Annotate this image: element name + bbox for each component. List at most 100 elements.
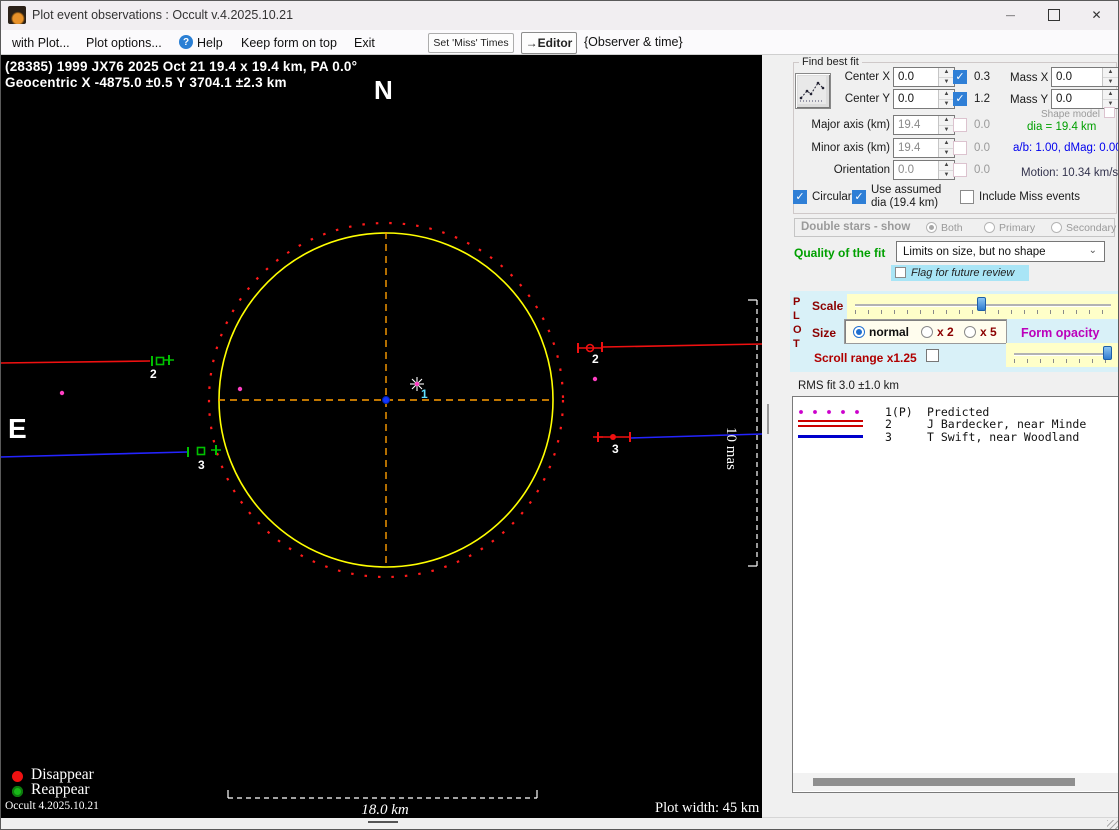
form-opacity-thumb[interactable] bbox=[1103, 346, 1112, 360]
editor-button[interactable]: →Editor bbox=[521, 32, 577, 54]
close-button[interactable] bbox=[1074, 0, 1119, 30]
observations-listbox[interactable]: 1(P) Predicted 2 J Bardecker, near Minde… bbox=[792, 396, 1119, 793]
list-horizontal-scrollbar[interactable] bbox=[793, 773, 1118, 791]
minor-axis-spinner[interactable]: 19.4 ▲ ▼ bbox=[893, 138, 955, 158]
svg-text:1: 1 bbox=[421, 387, 428, 401]
plot-header-line1: (28385) 1999 JX76 2025 Oct 21 19.4 x 19.… bbox=[5, 59, 358, 74]
list-item[interactable]: 2 J Bardecker, near Minde bbox=[793, 417, 1118, 431]
bottom-grip[interactable] bbox=[368, 821, 398, 823]
mass-x-spin-buttons[interactable]: ▲ ▼ bbox=[1102, 68, 1118, 86]
predicted-line-swatch bbox=[798, 408, 863, 415]
major-axis-value: 19.4 bbox=[898, 119, 921, 131]
size-x2-radio[interactable] bbox=[921, 326, 933, 338]
size-normal-radio[interactable] bbox=[853, 326, 865, 338]
title-bar: Plot event observations : Occult v.4.202… bbox=[0, 0, 1119, 30]
plot-letter-t: T bbox=[793, 338, 800, 350]
major-sigma-label: 0.0 bbox=[974, 119, 990, 131]
size-x5-label: x 5 bbox=[980, 325, 997, 339]
major-axis-spinner[interactable]: 19.4 ▲ ▼ bbox=[893, 115, 955, 135]
plot-version-label: Occult 4.2025.10.21 bbox=[5, 800, 99, 812]
mass-x-label: Mass X bbox=[1010, 72, 1049, 84]
plot-width-label: Plot width: 45 km bbox=[655, 800, 760, 816]
include-miss-label: Include Miss events bbox=[979, 191, 1080, 203]
flag-review-checkbox[interactable] bbox=[895, 267, 906, 278]
reappear-dot-icon bbox=[12, 786, 23, 797]
major-sigma-checkbox[interactable] bbox=[953, 118, 967, 132]
maximize-button[interactable] bbox=[1031, 0, 1076, 30]
plot-letter-o: O bbox=[793, 324, 802, 336]
mass-y-spinner[interactable]: 0.0 ▲ ▼ bbox=[1051, 89, 1119, 109]
quality-value: Limits on size, but no shape bbox=[903, 246, 1046, 258]
scale-label: Scale bbox=[812, 299, 844, 313]
sigma-x-checkbox[interactable] bbox=[953, 70, 967, 84]
mass-x-spinner[interactable]: 0.0 ▲ ▼ bbox=[1051, 67, 1119, 87]
menu-help[interactable]: Help bbox=[197, 36, 223, 50]
minimize-button[interactable] bbox=[988, 0, 1033, 30]
include-miss-checkbox[interactable] bbox=[960, 190, 974, 204]
plot-canvas[interactable]: 1 2 2 3 3 (28385) 1999 JX76 2025 Oct 21 19.4… bbox=[0, 55, 762, 818]
radio-primary[interactable] bbox=[984, 222, 995, 233]
obs-num: 3 bbox=[885, 430, 892, 444]
form-opacity-label: Form opacity bbox=[1021, 326, 1100, 340]
major-axis-label: Major axis (km) bbox=[811, 119, 890, 131]
menu-plot-options[interactable]: Plot options... bbox=[86, 36, 162, 50]
find-best-fit-label: Find best fit bbox=[799, 56, 862, 68]
blue-line-swatch bbox=[798, 435, 863, 438]
mass-y-spin-buttons[interactable]: ▲ ▼ bbox=[1102, 90, 1118, 108]
radio-secondary[interactable] bbox=[1051, 222, 1062, 233]
scroll-range-label: Scroll range x1.25 bbox=[814, 351, 917, 365]
menu-exit[interactable]: Exit bbox=[354, 36, 375, 50]
size-label: Size bbox=[812, 326, 837, 340]
orientation-spinner[interactable]: 0.0 ▲ ▼ bbox=[893, 160, 955, 180]
center-x-spinner[interactable]: 0.0 ▲ ▼ bbox=[893, 67, 955, 87]
minor-axis-value: 19.4 bbox=[898, 142, 921, 154]
plot-header-line2: Geocentric X -4875.0 ±0.5 Y 3704.1 ±2.3 … bbox=[5, 75, 287, 90]
menu-bar: with Plot... Plot options... Help Keep f… bbox=[0, 30, 1119, 55]
ab-dmag-text: a/b: 1.00, dMag: 0.00 bbox=[1013, 142, 1119, 154]
size-x2-label: x 2 bbox=[937, 325, 954, 339]
plot-letter-l: L bbox=[793, 310, 800, 322]
form-opacity-slider[interactable] bbox=[1006, 343, 1119, 367]
center-x-spin-buttons[interactable]: ▲ ▼ bbox=[938, 68, 954, 86]
shape-model-checkbox[interactable] bbox=[1104, 107, 1115, 118]
scale-slider-thumb[interactable] bbox=[977, 297, 986, 311]
orientation-spin-buttons[interactable]: ▲ ▼ bbox=[938, 161, 954, 179]
list-item[interactable]: 3 T Swift, near Woodland bbox=[793, 430, 1118, 444]
radio-primary-label: Primary bbox=[999, 222, 1036, 234]
svg-text:3: 3 bbox=[198, 458, 205, 472]
obs-num: 2 bbox=[885, 417, 892, 431]
center-y-spinner[interactable]: 0.0 ▲ ▼ bbox=[893, 89, 955, 109]
minor-axis-spin-buttons[interactable]: ▲ ▼ bbox=[938, 139, 954, 157]
set-miss-times-button[interactable]: Set 'Miss' Times bbox=[428, 33, 514, 53]
major-axis-spin-buttons[interactable]: ▲ ▼ bbox=[938, 116, 954, 134]
scroll-range-checkbox[interactable] bbox=[926, 349, 939, 362]
north-label: N bbox=[374, 75, 393, 105]
circular-label: Circular bbox=[812, 191, 852, 203]
motion-text: Motion: 10.34 km/s bbox=[1021, 167, 1119, 179]
sigma-x-label: 0.3 bbox=[974, 71, 990, 83]
menu-keep-on-top[interactable]: Keep form on top bbox=[241, 36, 337, 50]
orientation-sigma-checkbox[interactable] bbox=[953, 163, 967, 177]
east-label: E bbox=[8, 413, 27, 444]
minor-sigma-checkbox[interactable] bbox=[953, 141, 967, 155]
orientation-value: 0.0 bbox=[898, 164, 914, 176]
circular-checkbox[interactable] bbox=[793, 190, 807, 204]
center-x-value: 0.0 bbox=[898, 71, 914, 83]
center-y-spin-buttons[interactable]: ▲ ▼ bbox=[938, 90, 954, 108]
sigma-y-checkbox[interactable] bbox=[953, 92, 967, 106]
observer-time-label: {Observer & time} bbox=[584, 35, 683, 49]
mass-y-value: 0.0 bbox=[1056, 93, 1072, 105]
resize-grip[interactable] bbox=[1107, 820, 1119, 830]
quality-dropdown[interactable]: Limits on size, but no shape ⌄ bbox=[896, 241, 1105, 262]
scale-slider[interactable] bbox=[847, 294, 1119, 319]
use-assumed-label-line2: dia (19.4 km) bbox=[871, 197, 939, 209]
menu-with-plot[interactable]: with Plot... bbox=[12, 36, 70, 50]
use-assumed-checkbox[interactable] bbox=[852, 190, 866, 204]
chevron-down-icon: ⌄ bbox=[1088, 245, 1097, 256]
sigma-y-label: 1.2 bbox=[974, 93, 990, 105]
splitter-handle[interactable] bbox=[767, 404, 769, 434]
size-x5-radio[interactable] bbox=[964, 326, 976, 338]
radio-both[interactable] bbox=[926, 222, 937, 233]
svg-text:2: 2 bbox=[150, 367, 157, 381]
scrollbar-thumb[interactable] bbox=[813, 778, 1075, 786]
